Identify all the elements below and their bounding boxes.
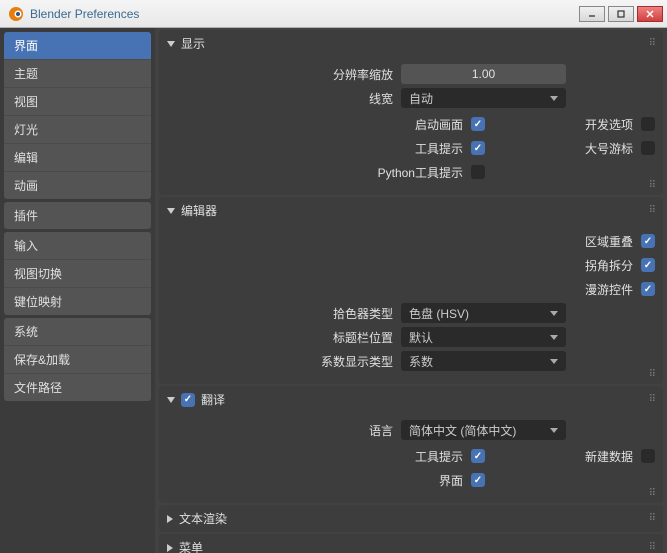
region-overlap-checkbox[interactable]: [641, 234, 655, 248]
sidebar: 界面 主题 视图 灯光 编辑 动画 插件 输入 视图切换 键位映射 系统 保存&…: [0, 28, 155, 553]
grip-icon[interactable]: ⠿: [649, 180, 657, 191]
label-header-pos: 标题栏位置: [167, 329, 401, 346]
sidebar-item-addons[interactable]: 插件: [4, 202, 151, 229]
label-color-picker: 拾色器类型: [167, 305, 401, 322]
sidebar-item-navigation[interactable]: 视图切换: [4, 260, 151, 288]
label-line-width: 线宽: [167, 90, 401, 107]
header-pos-select[interactable]: 默认: [401, 327, 566, 347]
label-language: 语言: [167, 422, 401, 439]
grip-icon[interactable]: ⠿: [649, 205, 657, 216]
trans-interface-checkbox[interactable]: [471, 473, 485, 487]
sidebar-item-input[interactable]: 输入: [4, 232, 151, 260]
label-large-cursor: 大号游标: [585, 140, 633, 157]
chevron-right-icon: [167, 544, 173, 552]
label-factor-display: 系数显示类型: [167, 353, 401, 370]
label-region-overlap: 区域重叠: [585, 233, 633, 250]
label-nav-controls: 漫游控件: [585, 281, 633, 298]
panel-title: 显示: [181, 35, 205, 52]
minimize-button[interactable]: [579, 6, 605, 22]
chevron-down-icon: [167, 397, 175, 403]
nav-controls-checkbox[interactable]: [641, 282, 655, 296]
label-tooltips: 工具提示: [415, 140, 463, 157]
chevron-down-icon: [550, 96, 558, 101]
panel-display: 显示 ⠿ 分辨率缩放 线宽 自动 启动画面 工具提示 Python工具提示: [159, 30, 663, 195]
dev-extras-checkbox[interactable]: [641, 117, 655, 131]
label-trans-newdata: 新建数据: [585, 448, 633, 465]
sidebar-item-keymap[interactable]: 键位映射: [4, 288, 151, 315]
panel-text-rendering: 文本渲染 ⠿: [159, 505, 663, 532]
translation-enable-checkbox[interactable]: [181, 393, 195, 407]
chevron-down-icon: [167, 208, 175, 214]
grip-icon[interactable]: ⠿: [649, 488, 657, 499]
trans-tooltips-checkbox[interactable]: [471, 449, 485, 463]
language-select[interactable]: 简体中文 (简体中文): [401, 420, 566, 440]
window-title: Blender Preferences: [30, 7, 579, 21]
label-trans-interface: 界面: [439, 472, 463, 489]
titlebar: Blender Preferences: [0, 0, 667, 28]
label-splash: 启动画面: [415, 116, 463, 133]
label-trans-tooltips: 工具提示: [415, 448, 463, 465]
label-resolution-scale: 分辨率缩放: [167, 66, 401, 83]
main-content: 显示 ⠿ 分辨率缩放 线宽 自动 启动画面 工具提示 Python工具提示: [155, 28, 667, 553]
sidebar-item-interface[interactable]: 界面: [4, 32, 151, 60]
grip-icon[interactable]: ⠿: [649, 513, 657, 524]
chevron-down-icon: [550, 359, 558, 364]
panel-header-menus[interactable]: 菜单 ⠿: [159, 534, 663, 553]
chevron-down-icon: [550, 428, 558, 433]
grip-icon[interactable]: ⠿: [649, 369, 657, 380]
label-corner-split: 拐角拆分: [585, 257, 633, 274]
panel-header-translation[interactable]: 翻译 ⠿: [159, 386, 663, 413]
chevron-right-icon: [167, 515, 173, 523]
panel-translation: 翻译 ⠿ 语言 简体中文 (简体中文) 工具提示 界面 新建数据 ⠿: [159, 386, 663, 503]
splash-checkbox[interactable]: [471, 117, 485, 131]
grip-icon[interactable]: ⠿: [649, 542, 657, 553]
color-picker-select[interactable]: 色盘 (HSV): [401, 303, 566, 323]
panel-editor: 编辑器 ⠿ 区域重叠 拐角拆分 漫游控件 拾色器类型 色盘 (HSV) 标题栏位…: [159, 197, 663, 384]
trans-newdata-checkbox[interactable]: [641, 449, 655, 463]
panel-menus: 菜单 ⠿: [159, 534, 663, 553]
sidebar-item-lights[interactable]: 灯光: [4, 116, 151, 144]
label-python-tooltips: Python工具提示: [378, 164, 463, 181]
panel-title: 编辑器: [181, 202, 217, 219]
sidebar-item-system[interactable]: 系统: [4, 318, 151, 346]
sidebar-item-animation[interactable]: 动画: [4, 172, 151, 199]
panel-header-display[interactable]: 显示 ⠿: [159, 30, 663, 57]
close-button[interactable]: [637, 6, 663, 22]
chevron-down-icon: [550, 335, 558, 340]
sidebar-item-viewport[interactable]: 视图: [4, 88, 151, 116]
panel-title: 文本渲染: [179, 510, 227, 527]
python-tooltips-checkbox[interactable]: [471, 165, 485, 179]
panel-header-text-rendering[interactable]: 文本渲染 ⠿: [159, 505, 663, 532]
tooltips-checkbox[interactable]: [471, 141, 485, 155]
blender-logo-icon: [8, 6, 24, 22]
sidebar-item-editing[interactable]: 编辑: [4, 144, 151, 172]
resolution-scale-input[interactable]: [401, 64, 566, 84]
grip-icon[interactable]: ⠿: [649, 394, 657, 405]
maximize-button[interactable]: [608, 6, 634, 22]
corner-split-checkbox[interactable]: [641, 258, 655, 272]
label-dev-extras: 开发选项: [585, 116, 633, 133]
sidebar-item-saveload[interactable]: 保存&加载: [4, 346, 151, 374]
chevron-down-icon: [550, 311, 558, 316]
large-cursor-checkbox[interactable]: [641, 141, 655, 155]
panel-title: 翻译: [201, 391, 225, 408]
factor-display-select[interactable]: 系数: [401, 351, 566, 371]
panel-title: 菜单: [179, 539, 203, 553]
sidebar-item-themes[interactable]: 主题: [4, 60, 151, 88]
chevron-down-icon: [167, 41, 175, 47]
panel-header-editor[interactable]: 编辑器 ⠿: [159, 197, 663, 224]
grip-icon[interactable]: ⠿: [649, 38, 657, 49]
line-width-select[interactable]: 自动: [401, 88, 566, 108]
sidebar-item-filepaths[interactable]: 文件路径: [4, 374, 151, 401]
